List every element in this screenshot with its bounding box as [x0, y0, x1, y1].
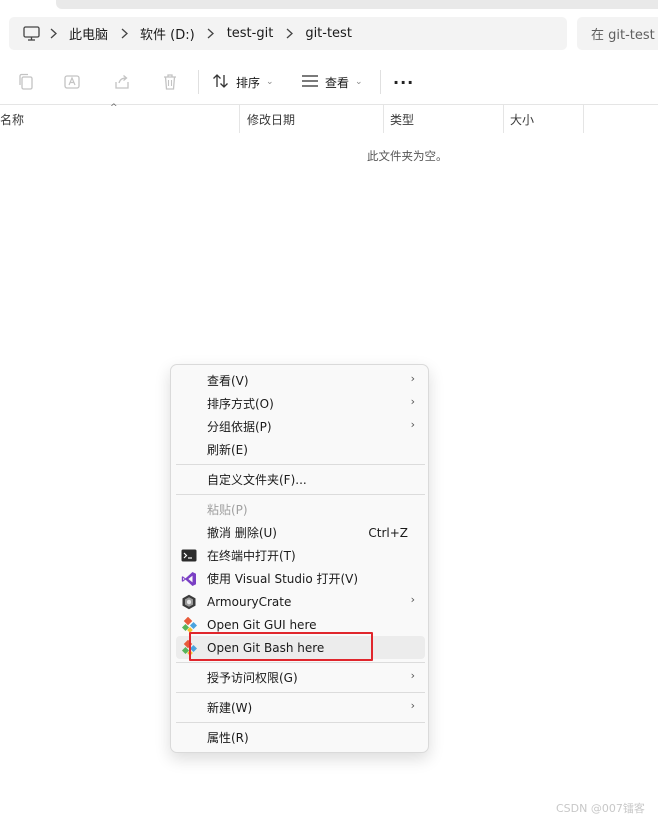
breadcrumb-drive-d[interactable]: 软件 (D:) — [136, 24, 199, 43]
menu-item-sort-by[interactable]: 排序方式(O) › — [176, 392, 425, 415]
view-button[interactable]: 查看 ⌄ — [301, 71, 363, 93]
rename-icon[interactable] — [62, 71, 84, 93]
menu-item-paste[interactable]: 粘贴(P) — [176, 498, 425, 521]
column-header-row: ^ 名称 修改日期 类型 大小 — [0, 103, 658, 133]
sort-button[interactable]: 排序 ⌄ — [212, 71, 274, 93]
list-view-icon — [301, 74, 319, 91]
toolbar-divider — [380, 70, 381, 94]
armoury-crate-icon — [180, 593, 197, 610]
menu-separator — [176, 464, 425, 465]
chevron-right-icon: › — [410, 593, 415, 606]
context-menu: 查看(V) › 排序方式(O) › 分组依据(P) › 刷新(E) 自定义文件夹… — [170, 364, 429, 753]
visual-studio-icon — [180, 570, 197, 587]
menu-item-open-with-visual-studio[interactable]: 使用 Visual Studio 打开(V) — [176, 567, 425, 590]
watermark: CSDN @007镭客 — [556, 802, 645, 815]
share-icon[interactable] — [111, 71, 133, 93]
menu-separator — [176, 722, 425, 723]
chevron-right-icon: › — [410, 699, 415, 712]
column-divider[interactable] — [503, 105, 504, 133]
highlight-annotation-box — [189, 632, 373, 661]
menu-item-undo-delete[interactable]: 撤消 删除(U) Ctrl+Z — [176, 521, 425, 544]
delete-icon[interactable] — [159, 71, 181, 93]
menu-item-properties[interactable]: 属性(R) — [176, 726, 425, 749]
menu-item-armoury-crate[interactable]: ArmouryCrate › — [176, 590, 425, 613]
more-options-icon[interactable]: ··· — [393, 73, 414, 92]
column-divider[interactable] — [239, 105, 240, 133]
search-input[interactable]: 在 git-test — [577, 17, 658, 50]
menu-item-group-by[interactable]: 分组依据(P) › — [176, 415, 425, 438]
breadcrumb-git-test[interactable]: git-test — [301, 26, 356, 41]
chevron-right-icon[interactable] — [41, 28, 65, 39]
sort-icon — [212, 73, 230, 92]
column-divider[interactable] — [383, 105, 384, 133]
empty-folder-message: 此文件夹为空。 — [367, 149, 448, 163]
this-pc-icon[interactable] — [21, 24, 41, 44]
menu-item-open-in-terminal[interactable]: 在终端中打开(T) — [176, 544, 425, 567]
sort-label: 排序 — [236, 75, 261, 90]
terminal-icon — [180, 547, 197, 564]
chevron-right-icon[interactable] — [112, 28, 136, 39]
chevron-down-icon: ⌄ — [266, 77, 274, 87]
menu-separator — [176, 662, 425, 663]
git-icon — [180, 616, 197, 633]
menu-separator — [176, 494, 425, 495]
column-size[interactable]: 大小 — [510, 111, 534, 128]
chevron-right-icon: › — [410, 395, 415, 408]
copy-icon[interactable] — [15, 71, 37, 93]
view-label: 查看 — [325, 75, 350, 90]
chevron-right-icon[interactable] — [199, 28, 223, 39]
column-divider[interactable] — [583, 105, 584, 133]
window-top-strip — [56, 0, 658, 9]
toolbar-divider — [198, 70, 199, 94]
shortcut-label: Ctrl+Z — [368, 525, 408, 540]
chevron-right-icon[interactable] — [277, 28, 301, 39]
chevron-right-icon: › — [410, 372, 415, 385]
menu-item-customize-folder[interactable]: 自定义文件夹(F)... — [176, 468, 425, 491]
menu-item-new[interactable]: 新建(W) › — [176, 696, 425, 719]
menu-item-view[interactable]: 查看(V) › — [176, 369, 425, 392]
column-name[interactable]: 名称 — [0, 111, 24, 128]
chevron-right-icon: › — [410, 418, 415, 431]
menu-item-grant-access[interactable]: 授予访问权限(G) › — [176, 666, 425, 689]
menu-separator — [176, 692, 425, 693]
column-type[interactable]: 类型 — [390, 111, 414, 128]
chevron-down-icon: ⌄ — [355, 77, 363, 87]
breadcrumb-this-pc[interactable]: 此电脑 — [65, 24, 112, 43]
address-bar[interactable]: 此电脑 软件 (D:) test-git git-test — [9, 17, 567, 50]
menu-item-refresh[interactable]: 刷新(E) — [176, 438, 425, 461]
chevron-right-icon: › — [410, 669, 415, 682]
column-modified-date[interactable]: 修改日期 — [247, 111, 295, 128]
breadcrumb-test-git[interactable]: test-git — [223, 26, 278, 41]
command-bar: 排序 ⌄ 查看 ⌄ ··· — [0, 64, 658, 100]
sort-ascending-icon: ^ — [110, 103, 118, 113]
